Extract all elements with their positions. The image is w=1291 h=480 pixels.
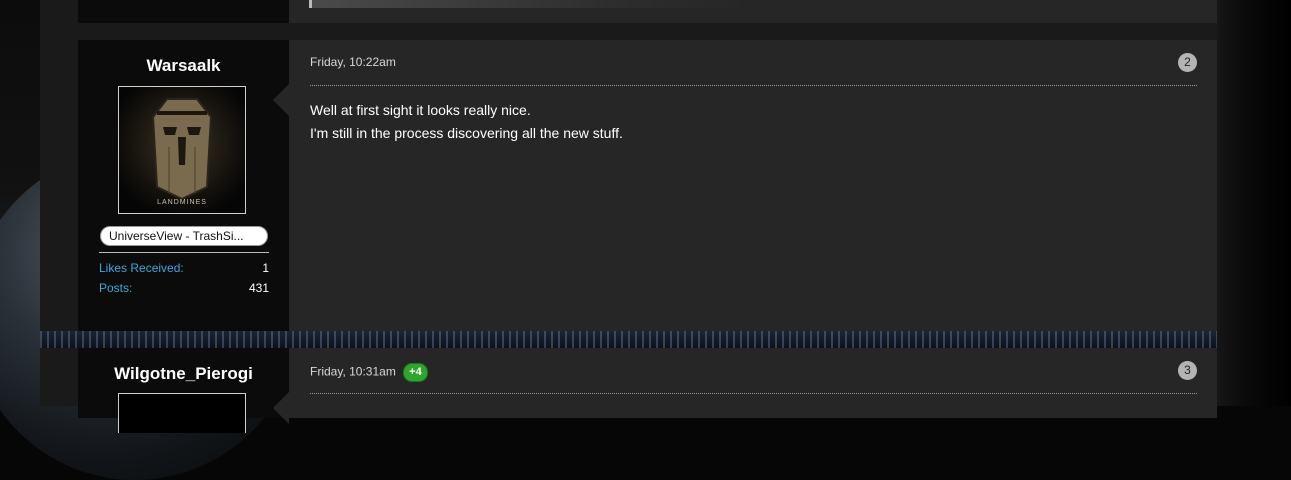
avatar[interactable] <box>118 393 246 433</box>
post-userinfo <box>78 0 289 23</box>
post-date-text[interactable]: Friday, 10:31am <box>310 365 396 379</box>
background-right <box>1217 0 1291 406</box>
previous-post <box>78 0 1217 23</box>
post: Wilgotne_Pierogi Friday, 10:31am +4 3 <box>78 348 1217 433</box>
background-city-strip <box>40 331 1217 348</box>
user-title-badge: UniverseView - TrashSi... <box>100 226 268 246</box>
stat-posts: Posts: 431 <box>99 281 269 295</box>
post-header-divider <box>310 393 1197 394</box>
stat-value: 1 <box>262 261 269 275</box>
post-userinfo: Wilgotne_Pierogi <box>78 348 289 433</box>
post-date[interactable]: Friday, 10:31am +4 <box>310 363 428 382</box>
post: Warsaalk LANDMINES UniverseView - TrashS… <box>78 40 1217 331</box>
divider <box>99 252 269 253</box>
post-body: Well at first sight it looks really nice… <box>310 99 623 145</box>
post-header-divider <box>310 85 1197 86</box>
avatar[interactable]: LANDMINES <box>118 86 246 214</box>
avatar-caption: LANDMINES <box>157 199 207 206</box>
post-message <box>289 0 1217 23</box>
post-message: Friday, 10:31am +4 3 <box>273 348 1217 424</box>
post-message: Friday, 10:22am 2 Well at first sight it… <box>273 40 1217 331</box>
username-link[interactable]: Wilgotne_Pierogi <box>78 364 289 384</box>
post-userinfo: Warsaalk LANDMINES UniverseView - TrashS… <box>78 40 289 331</box>
likes-badge[interactable]: +4 <box>403 363 428 382</box>
post-date[interactable]: Friday, 10:22am <box>310 55 396 69</box>
post-body-line: I'm still in the process discovering all… <box>310 125 623 141</box>
username-link[interactable]: Warsaalk <box>78 56 289 76</box>
quote-block <box>309 0 752 8</box>
post-number-badge[interactable]: 2 <box>1178 53 1197 72</box>
stat-label: Likes Received <box>99 261 181 275</box>
avatar-image <box>119 87 245 213</box>
stat-label[interactable]: Posts <box>99 281 129 295</box>
stat-value: 431 <box>248 281 269 295</box>
stat-likes-received: Likes Received: 1 <box>99 261 269 275</box>
post-body-line: Well at first sight it looks really nice… <box>310 102 531 118</box>
post-number-badge[interactable]: 3 <box>1178 361 1197 380</box>
